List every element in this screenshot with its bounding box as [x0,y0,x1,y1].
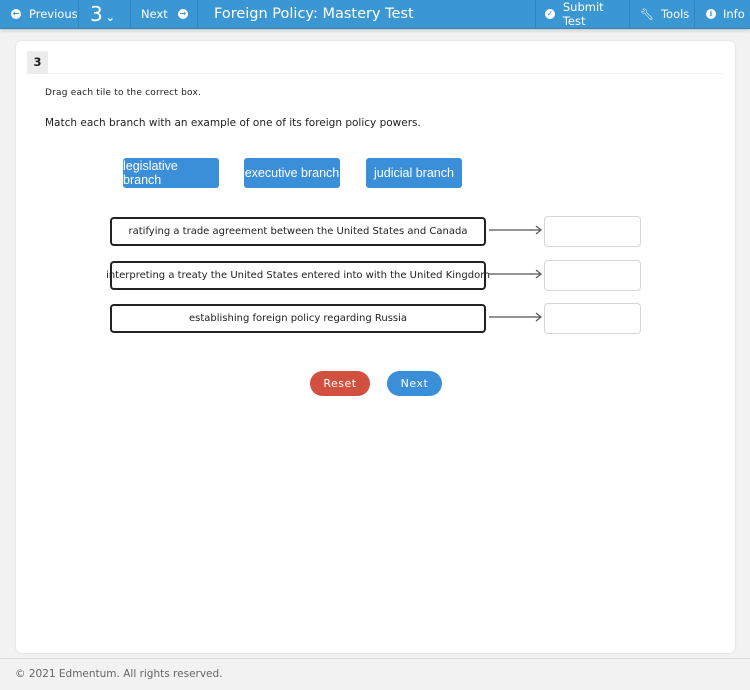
tile-legislative-branch[interactable]: legislative branch [123,158,219,188]
submit-test-button[interactable]: ✓ Submit Test [535,0,629,28]
instruction-text: Drag each tile to the correct box. [45,88,202,98]
info-button[interactable]: i Info [694,0,750,28]
item-3: establishing foreign policy regarding Ru… [110,304,486,333]
arrow-right-icon [489,312,542,322]
reset-button[interactable]: Reset [310,371,370,396]
question-number-badge: 3 [27,51,48,73]
tools-button[interactable]: 🔧︎ Tools [629,0,694,28]
arrow-right-circle-icon: → [177,9,188,19]
drop-box-3[interactable] [544,303,641,334]
item-1: ratifying a trade agreement between the … [110,217,486,246]
arrow-right-icon [489,225,542,235]
chevron-down-icon: ⌄ [105,10,115,24]
footer-divider [0,658,750,659]
item-2: interpreting a treaty the United States … [106,261,490,290]
question-card: 3 Drag each tile to the correct box. Mat… [16,41,735,653]
drop-box-2[interactable] [544,260,641,291]
arrow-left-circle-icon: ← [11,9,21,19]
arrow-right-icon [489,269,542,279]
question-prompt: Match each branch with an example of one… [45,117,421,129]
previous-label: Previous [29,7,78,21]
submit-label: Submit Test [562,0,604,28]
tools-label: Tools [660,7,690,21]
tile-judicial-branch[interactable]: judicial branch [366,158,462,188]
info-icon: i [706,9,716,19]
drop-box-1[interactable] [544,216,641,247]
question-selector[interactable]: 3 ⌄ [79,0,131,28]
top-nav-bar: ← Previous 3 ⌄ Next → Foreign Policy: Ma… [0,0,750,29]
info-label: Info [723,7,745,21]
previous-button[interactable]: ← Previous [0,0,79,28]
copyright-text: © 2021 Edmentum. All rights reserved. [15,668,223,680]
next-button[interactable]: Next [387,371,442,396]
check-circle-icon: ✓ [545,9,555,19]
divider [27,73,724,74]
next-question-button[interactable]: Next → [131,0,198,28]
next-label: Next [141,7,168,21]
wrench-icon: 🔧︎ [640,7,654,21]
test-title: Foreign Policy: Mastery Test [214,6,414,22]
tile-executive-branch[interactable]: executive branch [244,158,340,188]
question-number: 3 [90,2,103,26]
